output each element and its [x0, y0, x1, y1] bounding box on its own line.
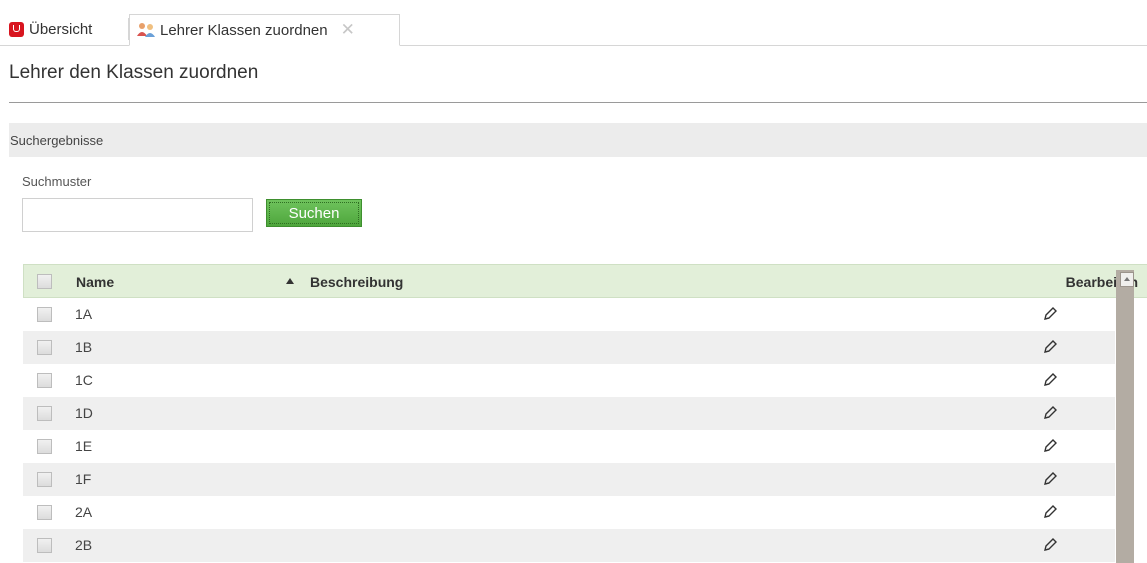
table-header: Name Beschreibung Bearbeiten: [23, 264, 1147, 298]
edit-pencil-icon[interactable]: [1041, 470, 1059, 488]
app-logo-icon: [9, 22, 24, 37]
edit-pencil-icon[interactable]: [1041, 437, 1059, 455]
search-input[interactable]: [22, 198, 253, 232]
column-header-description[interactable]: Beschreibung: [310, 274, 403, 290]
scroll-up-arrow-icon[interactable]: [1120, 272, 1134, 287]
table-row[interactable]: 1C: [23, 364, 1115, 397]
select-all-checkbox[interactable]: [37, 274, 52, 289]
tab-label: Übersicht: [29, 21, 93, 38]
row-checkbox[interactable]: [37, 307, 52, 322]
row-checkbox[interactable]: [37, 406, 52, 421]
table-body: 1A 1B 1C 1D 1E 1F 2A 2B: [23, 298, 1147, 562]
row-checkbox[interactable]: [37, 472, 52, 487]
search-button[interactable]: Suchen: [266, 199, 362, 227]
table-row[interactable]: 1B: [23, 331, 1115, 364]
row-checkbox[interactable]: [37, 373, 52, 388]
vertical-scrollbar[interactable]: [1116, 270, 1134, 563]
tab-overview[interactable]: Übersicht: [5, 14, 92, 45]
table-row[interactable]: 2B: [23, 529, 1115, 562]
row-name: 2A: [75, 504, 93, 520]
edit-pencil-icon[interactable]: [1041, 404, 1059, 422]
column-header-name[interactable]: Name: [76, 274, 114, 290]
sort-ascending-icon[interactable]: [286, 278, 294, 284]
table-row[interactable]: 1E: [23, 430, 1115, 463]
table-row[interactable]: 1F: [23, 463, 1115, 496]
search-label: Suchmuster: [22, 174, 92, 189]
edit-pencil-icon[interactable]: [1041, 371, 1059, 389]
results-table: Name Beschreibung Bearbeiten 1A 1B 1C 1D…: [23, 264, 1147, 563]
row-checkbox[interactable]: [37, 505, 52, 520]
edit-pencil-icon[interactable]: [1041, 338, 1059, 356]
row-name: 1B: [75, 339, 93, 355]
section-title: Suchergebnisse: [10, 132, 104, 148]
row-name: 1F: [75, 471, 92, 487]
tab-bar: Übersicht Lehrer Klassen zuordnen ✕: [0, 0, 1147, 46]
tab-assign-teachers[interactable]: Lehrer Klassen zuordnen ✕: [129, 14, 400, 46]
row-name: 1E: [75, 438, 93, 454]
row-name: 1A: [75, 306, 93, 322]
row-name: 1C: [75, 372, 93, 388]
title-divider: [9, 102, 1147, 103]
edit-pencil-icon[interactable]: [1041, 503, 1059, 521]
row-checkbox[interactable]: [37, 538, 52, 553]
people-icon: [136, 22, 156, 38]
section-header: Suchergebnisse: [9, 123, 1147, 157]
row-checkbox[interactable]: [37, 340, 52, 355]
table-row[interactable]: 1A: [23, 298, 1115, 331]
row-name: 2B: [75, 537, 93, 553]
table-row[interactable]: 2A: [23, 496, 1115, 529]
row-name: 1D: [75, 405, 93, 421]
edit-pencil-icon[interactable]: [1041, 305, 1059, 323]
edit-pencil-icon[interactable]: [1041, 536, 1059, 554]
page-title: Lehrer den Klassen zuordnen: [9, 62, 259, 83]
row-checkbox[interactable]: [37, 439, 52, 454]
table-row[interactable]: 1D: [23, 397, 1115, 430]
close-icon[interactable]: ✕: [341, 20, 355, 40]
tab-label: Lehrer Klassen zuordnen: [160, 21, 328, 39]
